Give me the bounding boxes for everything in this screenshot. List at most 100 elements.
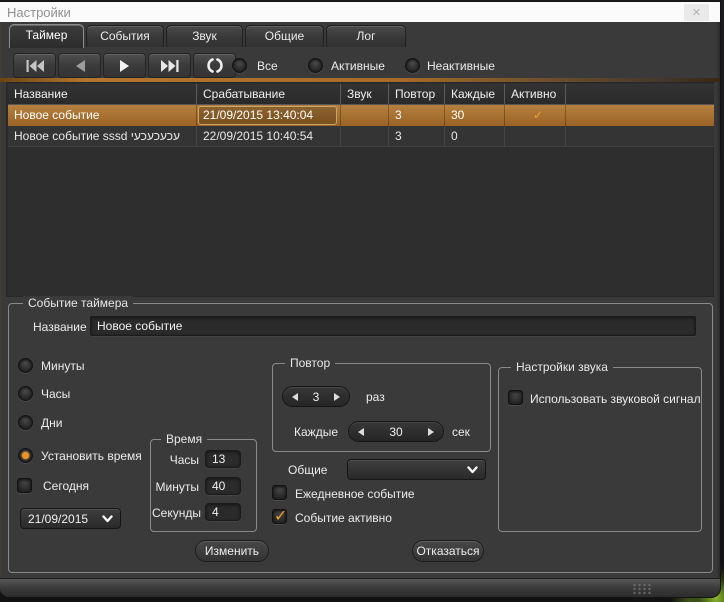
event-active-label: Событие активно (295, 511, 392, 525)
hours-label: Часы (152, 453, 199, 467)
next-icon (120, 60, 130, 72)
prev-icon (75, 60, 85, 72)
date-value: 21/09/2015 (28, 512, 88, 526)
repeat-count-unit: раз (366, 390, 385, 404)
edit-button[interactable]: Изменить (195, 540, 269, 562)
window-title: Настройки (7, 5, 71, 20)
repeat-count-value: 3 (313, 390, 320, 404)
repeat-group-title: Повтор (285, 356, 335, 370)
radio-inactive[interactable] (405, 58, 420, 73)
cell-extra (566, 105, 714, 126)
chevron-down-icon (467, 466, 478, 474)
repeat-every-value: 30 (389, 425, 402, 439)
sound-settings-group-title: Настройки звука (511, 360, 613, 374)
timer-event-group-title: Событие таймера (23, 296, 133, 310)
titlebar[interactable]: Настройки (0, 2, 720, 22)
radio-set-time[interactable] (18, 448, 33, 463)
table-row[interactable]: Новое событие sssd עכעכעכעי 22/09/2015 1… (8, 126, 714, 147)
cell-sound (341, 105, 389, 126)
radio-days-label: Дни (41, 416, 62, 430)
minutes-input[interactable] (205, 477, 241, 495)
column-header-every: Каждые (445, 84, 505, 105)
status-bar (0, 578, 720, 597)
refresh-button[interactable] (193, 53, 236, 78)
column-header-fire: Срабатывание (197, 84, 341, 105)
first-record-button[interactable] (13, 53, 56, 78)
cell-repeat: 3 (389, 126, 445, 147)
check-icon: ✓ (274, 506, 287, 526)
cell-fire: 22/09/2015 10:40:54 (197, 126, 341, 147)
repeat-count-spinner[interactable]: 3 (282, 386, 350, 407)
cell-every: 0 (445, 126, 505, 147)
cell-active-check-icon (505, 126, 566, 147)
daily-event-checkbox[interactable] (272, 485, 287, 500)
minutes-label: Минуты (152, 480, 199, 494)
settings-window: Настройки ✕ Таймер События Звук Общие Ло… (0, 2, 720, 597)
column-header-active: Активно (505, 84, 566, 105)
next-record-button[interactable] (103, 53, 146, 78)
tab-sound[interactable]: Звук (166, 25, 243, 47)
event-active-checkbox[interactable]: ✓ (272, 509, 287, 524)
seconds-label: Секунды (152, 506, 199, 520)
radio-hours-label: Часы (41, 387, 70, 401)
name-label: Название (33, 320, 87, 334)
repeat-every-unit: сек (452, 425, 470, 439)
column-header-sound: Звук (341, 84, 389, 105)
tab-log[interactable]: Лог (326, 25, 406, 47)
column-header-extra (566, 84, 714, 105)
tab-timer[interactable]: Таймер (9, 24, 84, 48)
close-button[interactable]: ✕ (684, 4, 709, 21)
skip-last-icon (161, 60, 179, 72)
spin-left-icon[interactable] (292, 393, 298, 401)
last-record-button[interactable] (148, 53, 191, 78)
cell-sound (341, 126, 389, 147)
radio-days[interactable] (18, 415, 33, 430)
cell-active-check-icon: ✓ (505, 105, 566, 126)
spin-right-icon[interactable] (334, 393, 340, 401)
cell-fire: 21/09/2015 13:40:04 (197, 105, 341, 126)
spin-left-icon[interactable] (358, 428, 364, 436)
use-sound-label: Использовать звуковой сигнал (530, 392, 701, 406)
cell-name: Новое событие sssd עכעכעכעי (8, 126, 197, 147)
cell-name: Новое событие (8, 105, 197, 126)
general-label: Общие (288, 463, 327, 477)
chevron-down-icon (102, 515, 113, 523)
radio-minutes-label: Минуты (41, 359, 84, 373)
today-label: Сегодня (43, 479, 89, 493)
radio-minutes[interactable] (18, 358, 33, 373)
column-header-repeat: Повтор (389, 84, 445, 105)
radio-all[interactable] (232, 58, 247, 73)
tab-events[interactable]: События (86, 25, 164, 47)
radio-set-time-label: Установить время (41, 449, 142, 463)
date-select[interactable]: 21/09/2015 (20, 508, 121, 529)
cancel-button[interactable]: Отказаться (412, 540, 484, 562)
resize-grip[interactable] (632, 583, 651, 595)
spin-right-icon[interactable] (428, 428, 434, 436)
event-name-input[interactable] (90, 316, 696, 336)
prev-record-button[interactable] (58, 53, 101, 78)
close-icon: ✕ (692, 6, 701, 19)
focused-cell: 21/09/2015 13:40:04 (198, 106, 337, 125)
radio-all-label: Все (257, 59, 278, 73)
use-sound-checkbox[interactable] (508, 390, 523, 405)
events-table: Название Срабатывание Звук Повтор Каждые… (6, 82, 714, 297)
repeat-every-label: Каждые (294, 425, 338, 439)
skip-first-icon (26, 60, 44, 72)
today-checkbox[interactable] (17, 478, 32, 493)
repeat-every-spinner[interactable]: 30 (348, 421, 444, 442)
seconds-input[interactable] (205, 503, 241, 521)
desktop: { "window": { "title": "Настройки", "clo… (0, 0, 724, 602)
hours-input[interactable] (205, 450, 241, 468)
daily-event-label: Ежедневное событие (295, 487, 415, 501)
time-group-title: Время (161, 432, 207, 446)
radio-active[interactable] (308, 58, 323, 73)
radio-hours[interactable] (18, 386, 33, 401)
radio-inactive-label: Неактивные (427, 59, 495, 73)
column-header-name: Название (8, 84, 197, 105)
general-select[interactable] (347, 459, 486, 480)
cell-every: 30 (445, 105, 505, 126)
tab-general[interactable]: Общие (245, 25, 324, 47)
cell-extra (566, 126, 714, 147)
table-row-selected[interactable]: Новое событие 21/09/2015 13:40:04 3 30 ✓ (8, 105, 714, 126)
refresh-icon (207, 58, 223, 73)
